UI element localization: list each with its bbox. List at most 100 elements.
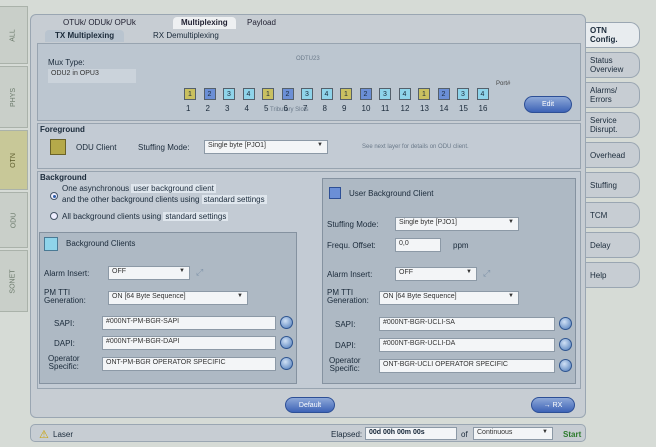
uc-alarm-select[interactable]: OFF: [395, 267, 477, 281]
right-tab-help[interactable]: Help: [586, 262, 640, 288]
uc-dapi-field[interactable]: #000NT-BGR-UCLI-DA: [379, 338, 555, 352]
tributary-slot[interactable]: 4: [320, 88, 333, 100]
standard-settings-link-2[interactable]: standard settings: [163, 212, 229, 221]
uc-alarm-wrench-icon[interactable]: ⤢: [483, 268, 499, 278]
right-tab-delay[interactable]: Delay: [586, 232, 640, 258]
right-tab-label: Status: [590, 56, 613, 65]
right-tab-tcm[interactable]: TCM: [586, 202, 640, 228]
radio-one-async[interactable]: [50, 192, 58, 200]
tab-payload[interactable]: Payload: [239, 17, 284, 29]
right-tab-status[interactable]: Status Overview: [586, 52, 640, 78]
uc-pmtti-select[interactable]: ON [64 Byte Sequence]: [379, 291, 519, 305]
main-panel: OTUk/ ODUk/ OPUk Multiplexing Payload TX…: [30, 14, 586, 418]
start-button[interactable]: Start: [563, 430, 581, 439]
bg-op-field[interactable]: ONT-PM-BGR OPERATOR SPECIFIC: [102, 357, 276, 371]
tributary-slot[interactable]: 1: [184, 88, 196, 100]
tributary-slot[interactable]: 1: [340, 88, 352, 100]
rx-button[interactable]: → RX: [531, 397, 575, 413]
mux-panel: Mux Type: ODU2 in OPU3 ODTU23 Tributary …: [37, 43, 581, 121]
tributary-slot[interactable]: 1: [262, 88, 274, 100]
tributary-slot[interactable]: 4: [398, 88, 411, 100]
right-tab-label: Stuffing: [590, 181, 617, 190]
uc-op-field[interactable]: ONT-BGR-UCLI OPERATOR SPECIFIC: [379, 359, 555, 373]
subtab-tx-multiplexing[interactable]: TX Multiplexing: [45, 30, 125, 42]
tributary-slot-number: 6: [283, 104, 288, 113]
status-bar: ⚠ Laser Elapsed: 00d 00h 00m 00s of Cont…: [30, 424, 586, 442]
duration-mode-select[interactable]: Continuous: [473, 427, 553, 440]
fg-stuffing-select[interactable]: Single byte [PJO1]: [204, 140, 328, 154]
bg-pmtti-label: PM TTI Generation:: [44, 288, 86, 305]
tributary-slot[interactable]: 2: [359, 88, 372, 100]
tributary-slot-number: 7: [303, 104, 308, 113]
of-label: of: [461, 430, 468, 439]
tab-multiplexing[interactable]: Multiplexing: [173, 17, 236, 29]
odu-client-label: ODU Client: [76, 143, 117, 152]
option2: All background clients using standard se…: [62, 212, 229, 221]
uc-dapi-edit-icon[interactable]: [559, 338, 572, 351]
bg-pmtti-select[interactable]: ON [64 Byte Sequence]: [108, 291, 248, 305]
default-button[interactable]: Default: [285, 397, 335, 413]
elapsed-label: Elapsed:: [331, 430, 363, 439]
standard-settings-link-1[interactable]: standard settings: [201, 195, 267, 204]
uc-freq-field[interactable]: 0,0: [395, 238, 441, 252]
foreground-title: Foreground: [40, 125, 85, 134]
bg-alarm-label: Alarm Insert:: [44, 269, 90, 278]
bg-dapi-edit-icon[interactable]: [280, 336, 293, 349]
right-tab-label: Overview: [590, 65, 624, 74]
left-tab-all[interactable]: ALL: [0, 6, 28, 64]
tributary-slot-number: 12: [400, 104, 410, 113]
bg-sapi-edit-icon[interactable]: [280, 316, 293, 329]
right-tab-otn[interactable]: OTN Config.: [586, 22, 640, 48]
tributary-slot[interactable]: 2: [203, 88, 216, 100]
bg-alarm-select[interactable]: OFF: [108, 266, 190, 280]
bg-op-edit-icon[interactable]: [280, 357, 293, 370]
bg-sapi-label: SAPI:: [54, 319, 75, 328]
bg-clients-swatch: [44, 237, 58, 251]
tributary-slot[interactable]: 3: [223, 88, 235, 100]
tributary-slot[interactable]: 4: [476, 88, 489, 100]
bg-clients-panel: Background Clients Alarm Insert: OFF ⤢ P…: [39, 232, 297, 384]
user-bg-client-link[interactable]: user background client: [131, 184, 216, 193]
tributary-slot-number: 11: [381, 104, 390, 113]
right-tab-label: Overhead: [590, 151, 626, 160]
left-tab-otn[interactable]: OTN: [0, 130, 28, 190]
uc-stuffing-label: Stuffing Mode:: [327, 220, 379, 229]
bg-dapi-field[interactable]: #000NT-PM-BGR-DAPI: [102, 336, 276, 350]
tributary-slot-number: 16: [478, 104, 488, 113]
tributary-slot[interactable]: 4: [242, 88, 255, 100]
uc-stuffing-select[interactable]: Single byte [PJO1]: [395, 217, 519, 231]
mux-type-value: ODU2 in OPU3: [48, 69, 136, 83]
subtab-rx-demultiplexing[interactable]: RX Demultiplexing: [143, 30, 229, 42]
radio-all-standard[interactable]: [50, 212, 58, 220]
uc-sapi-edit-icon[interactable]: [559, 317, 572, 330]
left-tab-sonet[interactable]: SONET: [0, 250, 28, 312]
tributary-slot[interactable]: 3: [457, 88, 469, 100]
tributary-slot[interactable]: 2: [281, 88, 294, 100]
right-tab-service[interactable]: Service Disrupt.: [586, 112, 640, 138]
tributary-slot-number: 3: [225, 104, 230, 113]
right-tab-stuffing[interactable]: Stuffing: [586, 172, 640, 198]
edit-button[interactable]: Edit: [524, 96, 572, 113]
tributary-slot[interactable]: 2: [437, 88, 450, 100]
option1-line2: and the other background clients using s…: [62, 195, 267, 204]
tab-otuk-oduk-opuk[interactable]: OTUk/ ODUk/ OPUk: [55, 17, 144, 29]
bg-alarm-wrench-icon[interactable]: ⤢: [196, 267, 212, 277]
laser-label[interactable]: Laser: [53, 430, 73, 439]
uc-op-edit-icon[interactable]: [559, 359, 572, 372]
uc-freq-unit: ppm: [453, 241, 469, 250]
uc-freq-label: Frequ. Offset:: [327, 241, 376, 250]
uc-sapi-field[interactable]: #000NT-BGR-UCLI-SA: [379, 317, 555, 331]
user-bg-client-panel: User Background Client Stuffing Mode: Si…: [322, 178, 576, 384]
tributary-slot[interactable]: 3: [379, 88, 391, 100]
tributary-slot-number: 10: [361, 104, 371, 113]
tributary-slot[interactable]: 3: [301, 88, 313, 100]
right-tab-label: Service: [590, 116, 617, 125]
right-tab-alarms[interactable]: Alarms/Errors: [586, 82, 640, 108]
right-tab-label: OTN: [590, 26, 607, 35]
uc-op-label: Operator Specific:: [329, 356, 361, 373]
right-tab-overhead[interactable]: Overhead: [586, 142, 640, 168]
left-tab-odu[interactable]: ODU: [0, 192, 28, 248]
left-tab-phys[interactable]: PHYS: [0, 66, 28, 128]
bg-sapi-field[interactable]: #000NT-PM-BGR-SAPI: [102, 316, 276, 330]
tributary-slot[interactable]: 1: [418, 88, 430, 100]
